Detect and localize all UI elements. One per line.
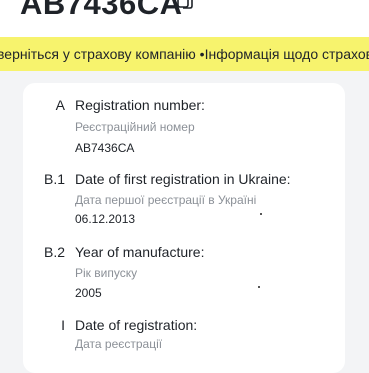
plate-number-title: AB7436CA [20, 0, 183, 21]
field-code: I [61, 317, 65, 333]
field-label-en: Date of registration: [75, 317, 198, 333]
insurance-banner[interactable]: верніться у страхову компанію •Інформаці… [0, 37, 369, 71]
banner-text: верніться у страхову компанію •Інформаці… [0, 46, 369, 62]
copy-icon[interactable] [177, 0, 195, 12]
field-code: B.2 [43, 244, 65, 260]
field-value: 06.12.2013 [75, 212, 136, 226]
field-label-ua: Дата першої реєстрації в Україні [75, 193, 257, 207]
field-label-ua: Дата реєстрації [75, 337, 163, 351]
field-label-en: Year of manufacture: [75, 244, 205, 260]
field-label-ua: Реєстраційний номер [75, 120, 195, 134]
field-label-ua: Рік випуску [75, 266, 138, 280]
field-value: AB7436CA [75, 141, 135, 155]
field-label-en: Registration number: [75, 97, 205, 113]
registration-details-card: A Registration number: Реєстраційний ном… [23, 83, 345, 373]
field-code: A [55, 97, 65, 113]
cursor-dot [258, 286, 260, 288]
field-value: 2005 [75, 286, 102, 300]
page-header: AB7436CA [0, 0, 369, 37]
field-label-en: Date of first registration in Ukraine: [75, 171, 291, 187]
cursor-dot [260, 213, 262, 215]
field-code: B.1 [43, 171, 65, 187]
